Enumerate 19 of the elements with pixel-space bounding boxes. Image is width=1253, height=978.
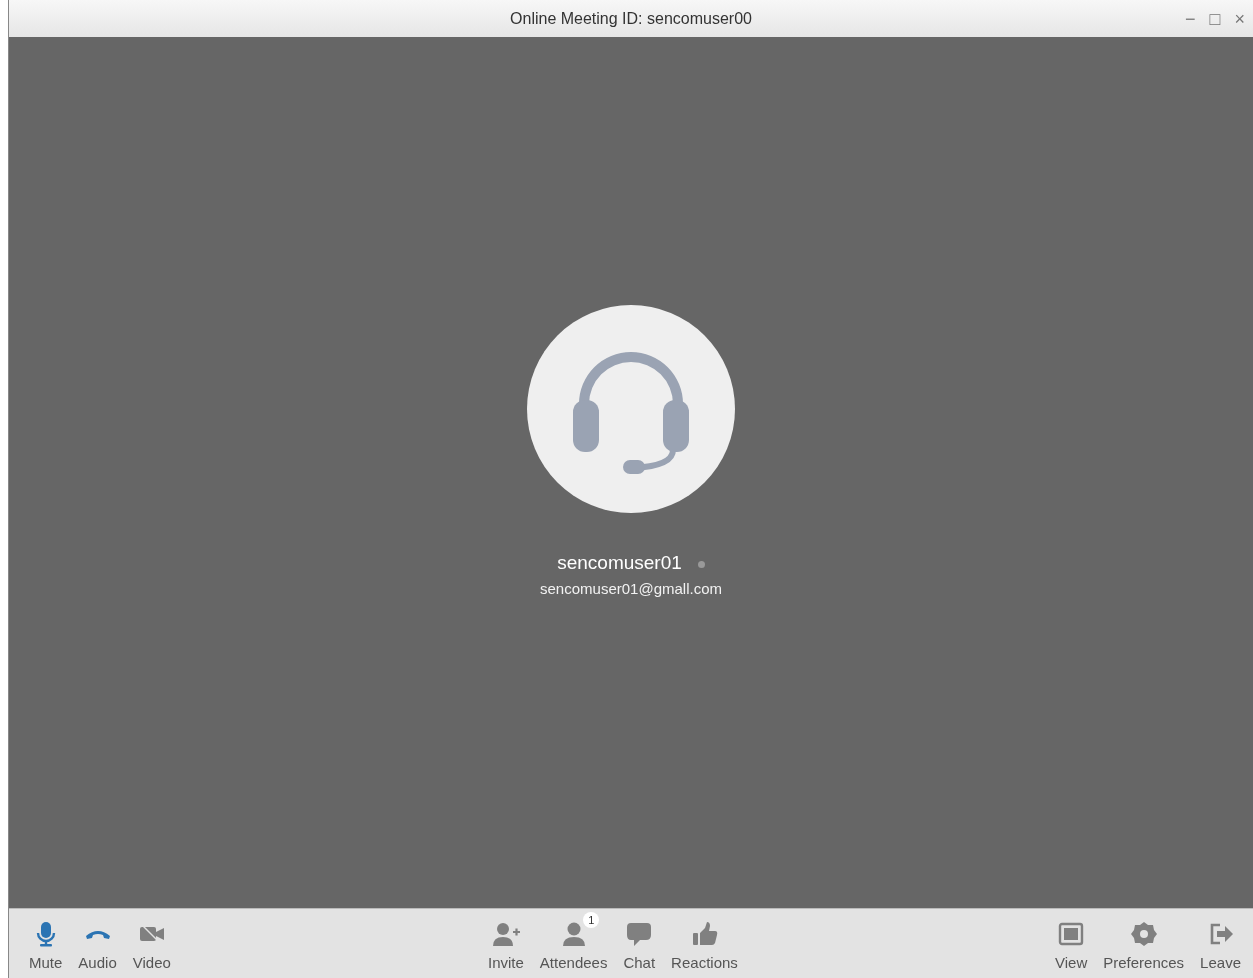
close-button[interactable]: ×: [1234, 6, 1245, 33]
window-title: Online Meeting ID: sencomuser00: [510, 8, 752, 29]
toolbar-button[interactable]: Mute: [23, 911, 69, 974]
toolbar-button[interactable]: Invite: [482, 911, 530, 974]
toolbar-button[interactable]: Attendees 1: [533, 911, 614, 974]
toolbar-button[interactable]: Leave: [1194, 911, 1247, 974]
toolbar-button[interactable]: Audio: [72, 911, 123, 974]
toolbar-button[interactable]: Chat: [617, 911, 662, 974]
toolbar-button[interactable]: Reactions: [665, 911, 744, 974]
toolbar-button[interactable]: Video: [126, 911, 177, 974]
maximize-button[interactable]: □: [1209, 6, 1221, 33]
thumbs-up-icon: [690, 919, 719, 948]
minimize-button[interactable]: −: [1185, 6, 1196, 33]
toolbar-button[interactable]: Preferences: [1097, 911, 1191, 974]
settings-icon: [1129, 919, 1158, 948]
count-badge: 1: [583, 911, 600, 928]
toolbar-button[interactable]: View: [1049, 911, 1094, 974]
participant-name: sencomuser01: [557, 552, 682, 573]
participant-email: sencomuser01@gmall.com: [540, 578, 722, 599]
